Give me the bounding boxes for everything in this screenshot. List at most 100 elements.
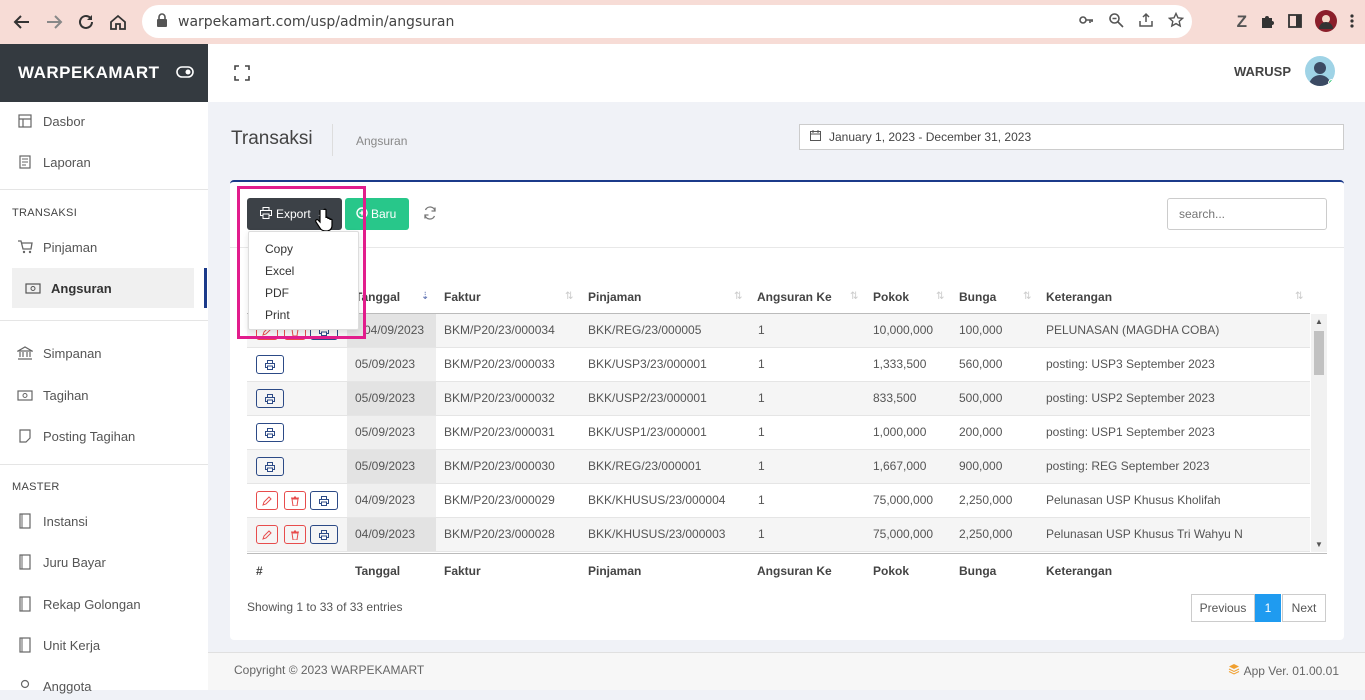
sort-icon[interactable]: ⇅: [936, 291, 944, 302]
bookmark-star-icon[interactable]: [1167, 11, 1185, 31]
table-row[interactable]: 05/09/2023 BKM/P20/23/000031 BKK/USP1/23…: [247, 416, 1310, 450]
cell-pokok: 1,667,000: [873, 459, 927, 473]
cell-bunga: 2,250,000: [959, 493, 1013, 507]
sidebar-item-pinjaman[interactable]: Pinjaman: [0, 233, 208, 261]
sort-icon[interactable]: ⇅: [565, 291, 573, 302]
page-1-button[interactable]: 1: [1255, 594, 1281, 622]
search-input[interactable]: [1167, 198, 1327, 230]
table-row[interactable]: 04/09/2023 BKM/P20/23/000028 BKK/KHUSUS/…: [247, 518, 1310, 552]
table-row[interactable]: 05/09/2023 BKM/P20/23/000033 BKK/USP3/23…: [247, 348, 1310, 382]
sidebar-item-simpanan[interactable]: Simpanan: [0, 339, 208, 367]
calendar-icon: [810, 130, 821, 144]
date-range-picker[interactable]: January 1, 2023 - December 31, 2023: [799, 124, 1344, 150]
share-icon[interactable]: [1138, 12, 1154, 31]
sidebar-item-instansi[interactable]: Instansi: [0, 507, 208, 535]
sidepanel-icon[interactable]: [1287, 13, 1303, 32]
user-avatar[interactable]: [1305, 56, 1335, 86]
scrollbar-thumb[interactable]: [1314, 331, 1324, 375]
edit-icon[interactable]: [256, 491, 278, 510]
refresh-icon[interactable]: [423, 206, 439, 222]
printer-icon[interactable]: [310, 525, 338, 544]
active-indicator: [204, 268, 207, 308]
sidebar-item-anggota[interactable]: Anggota: [0, 672, 208, 700]
column-header-keterangan[interactable]: Keterangan: [1046, 290, 1112, 304]
printer-icon[interactable]: [256, 355, 284, 374]
trash-icon[interactable]: [284, 525, 306, 544]
table-scrollbar[interactable]: ▲ ▼: [1311, 314, 1327, 552]
username-label[interactable]: WARUSP: [1234, 64, 1291, 79]
sidebar-item-dasbor[interactable]: Dasbor: [0, 107, 208, 135]
column-header-angsuran-ke[interactable]: Angsuran Ke: [757, 290, 832, 304]
table-row[interactable]: 05/09/2023 BKM/P20/23/000030 BKK/REG/23/…: [247, 450, 1310, 484]
extensions-puzzle-icon[interactable]: [1259, 13, 1275, 32]
sidebar-item-tagihan[interactable]: Tagihan: [0, 381, 208, 409]
cell-keterangan: Pelunasan USP Khusus Kholifah: [1046, 493, 1221, 507]
printer-icon[interactable]: [310, 491, 338, 510]
next-page-button[interactable]: Next: [1282, 594, 1326, 622]
sidebar-item-unit-kerja[interactable]: Unit Kerja: [0, 631, 208, 659]
back-icon[interactable]: [6, 6, 38, 38]
column-header-bunga[interactable]: Bunga: [959, 290, 996, 304]
sidebar-item-posting-tagihan[interactable]: Posting Tagihan: [0, 422, 208, 450]
cell-keterangan: posting: USP1 September 2023: [1046, 425, 1215, 439]
footer-column-bunga: Bunga: [959, 564, 997, 578]
printer-icon[interactable]: [256, 423, 284, 442]
profile-avatar-icon[interactable]: [1315, 9, 1337, 35]
sort-icon[interactable]: ⇅: [1023, 291, 1031, 302]
cell-keterangan: Pelunasan USP Khusus Tri Wahyu N: [1046, 527, 1243, 541]
browser-toolbar: warpekamart.com/usp/admin/angsuran Z: [0, 0, 1365, 44]
book-icon: [17, 637, 33, 653]
edit-icon[interactable]: [256, 525, 278, 544]
url-text: warpekamart.com/usp/admin/angsuran: [178, 13, 455, 30]
bank-icon: [17, 345, 33, 361]
breadcrumb[interactable]: Angsuran: [356, 134, 407, 148]
cell-pinjaman: BKK/USP3/23/000001: [588, 357, 707, 371]
table-row[interactable]: 04/09/2023 BKM/P20/23/000034 BKK/REG/23/…: [247, 314, 1310, 348]
scroll-up-icon[interactable]: ▲: [1315, 317, 1323, 326]
previous-page-button[interactable]: Previous: [1191, 594, 1255, 622]
home-icon[interactable]: [102, 6, 134, 38]
sidebar-divider: [0, 320, 208, 321]
address-bar[interactable]: warpekamart.com/usp/admin/angsuran: [142, 5, 1192, 38]
sidebar-item-juru-bayar[interactable]: Juru Bayar: [0, 548, 208, 576]
sidebar-item-rekap-golongan[interactable]: Rekap Golongan: [0, 590, 208, 618]
user-icon: [17, 678, 33, 694]
sidebar-item-angsuran[interactable]: Angsuran: [12, 268, 194, 308]
trash-icon[interactable]: [284, 491, 306, 510]
table-footer-border: [247, 553, 1327, 554]
column-header-pinjaman[interactable]: Pinjaman: [588, 290, 641, 304]
scroll-down-icon[interactable]: ▼: [1315, 540, 1323, 549]
zotero-extension-icon[interactable]: Z: [1237, 12, 1247, 32]
cell-tanggal: 05/09/2023: [355, 425, 416, 439]
sidebar-divider: [0, 189, 208, 190]
column-header-pokok[interactable]: Pokok: [873, 290, 909, 304]
footer-column-angsuran-ke: Angsuran Ke: [757, 564, 832, 578]
table-row[interactable]: 05/09/2023 BKM/P20/23/000032 BKK/USP2/23…: [247, 382, 1310, 416]
zoom-icon[interactable]: [1108, 12, 1124, 31]
copyright-text: Copyright © 2023 WARPEKAMART: [234, 663, 425, 677]
table-row[interactable]: 04/09/2023 BKM/P20/23/000029 BKK/KHUSUS/…: [247, 484, 1310, 518]
forward-icon[interactable]: [38, 6, 70, 38]
cell-angsuran-ke: 1: [758, 357, 765, 371]
book-icon: [17, 596, 33, 612]
key-icon[interactable]: [1078, 12, 1094, 31]
sort-icon[interactable]: ⇅: [1295, 291, 1303, 302]
sidebar-item-label: Posting Tagihan: [43, 428, 136, 444]
new-entry-label: Baru: [371, 207, 397, 221]
sidebar-toggle-icon[interactable]: [176, 65, 194, 81]
reload-icon[interactable]: [70, 6, 102, 38]
cell-faktur: BKM/P20/23/000034: [444, 323, 555, 337]
fullscreen-icon[interactable]: [234, 65, 250, 84]
app-version: App Ver. 01.00.01: [1228, 663, 1339, 678]
entries-info: Showing 1 to 33 of 33 entries: [247, 600, 403, 614]
sort-desc-icon[interactable]: ⇣: [421, 291, 429, 302]
sort-icon[interactable]: ⇅: [850, 291, 858, 302]
column-header-faktur[interactable]: Faktur: [444, 290, 481, 304]
printer-icon[interactable]: [256, 389, 284, 408]
sidebar-item-laporan[interactable]: Laporan: [0, 148, 208, 176]
more-vert-icon[interactable]: [1349, 13, 1355, 32]
printer-icon[interactable]: [256, 457, 284, 476]
footer-column-keterangan: Keterangan: [1046, 564, 1113, 578]
sidebar-item-label: Laporan: [43, 154, 91, 170]
sort-icon[interactable]: ⇅: [734, 291, 742, 302]
